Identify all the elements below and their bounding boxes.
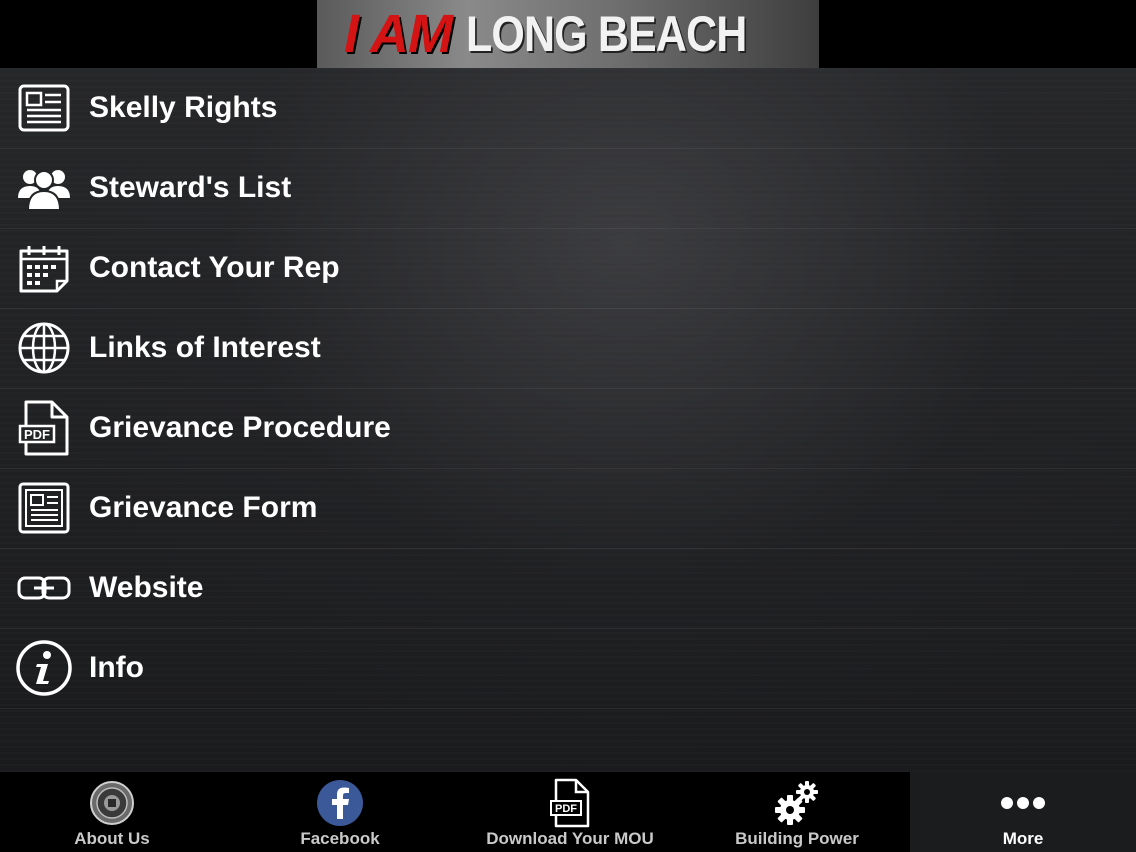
tab-more[interactable]: More (910, 772, 1136, 852)
menu-item-stewards-list[interactable]: Steward's List (0, 148, 1136, 229)
facebook-icon (315, 778, 365, 828)
app-header: I AM LONG BEACH (0, 0, 1136, 68)
newspaper-icon (14, 78, 74, 138)
tab-about-us[interactable]: About Us (0, 772, 224, 852)
globe-icon (14, 318, 74, 378)
app-logo: I AM LONG BEACH (317, 0, 819, 68)
users-icon (14, 158, 74, 218)
more-icon (998, 778, 1048, 828)
menu-item-label: Grievance Procedure (89, 411, 391, 444)
menu-item-grievance-form[interactable]: Grievance Form (0, 468, 1136, 549)
menu-item-label: Contact Your Rep (89, 251, 340, 284)
menu-item-skelly-rights[interactable]: Skelly Rights (0, 68, 1136, 149)
pdf-icon: PDF (14, 398, 74, 458)
menu-item-label: Info (89, 651, 144, 684)
info-icon (14, 638, 74, 698)
menu-item-label: Steward's List (89, 171, 292, 204)
calendar-icon (14, 238, 74, 298)
document-icon (14, 478, 74, 538)
svg-text:PDF: PDF (24, 427, 50, 442)
menu-item-contact-your-rep[interactable]: Contact Your Rep (0, 228, 1136, 309)
menu-item-website[interactable]: Website (0, 548, 1136, 629)
logo-text-i-am: I AM (343, 4, 453, 64)
tab-download-your-mou[interactable]: PDF Download Your MOU (456, 772, 684, 852)
menu-item-label: Skelly Rights (89, 91, 278, 124)
menu-item-label: Links of Interest (89, 331, 321, 364)
logo-text-long-beach: LONG BEACH (465, 6, 747, 62)
menu-item-info[interactable]: Info (0, 628, 1136, 709)
pdf-icon: PDF (545, 778, 595, 828)
tab-label: Facebook (300, 829, 380, 848)
menu-list: Skelly Rights Steward's List Contact You… (0, 68, 1136, 772)
bottom-tab-bar: About Us Facebook PDF Download Your MOU (0, 772, 1136, 852)
tab-building-power[interactable]: Building Power (684, 772, 910, 852)
tab-facebook[interactable]: Facebook (224, 772, 456, 852)
emblem-icon (87, 778, 137, 828)
tab-label: More (1002, 829, 1044, 848)
gears-icon (772, 778, 822, 828)
svg-text:PDF: PDF (555, 803, 577, 815)
menu-item-label: Website (89, 571, 204, 604)
tab-label: About Us (74, 829, 150, 848)
menu-item-label: Grievance Form (89, 491, 318, 524)
link-icon (14, 558, 74, 618)
menu-item-links-of-interest[interactable]: Links of Interest (0, 308, 1136, 389)
tab-label: Download Your MOU (486, 829, 654, 848)
menu-item-grievance-procedure[interactable]: PDF Grievance Procedure (0, 388, 1136, 469)
tab-label: Building Power (735, 829, 859, 848)
